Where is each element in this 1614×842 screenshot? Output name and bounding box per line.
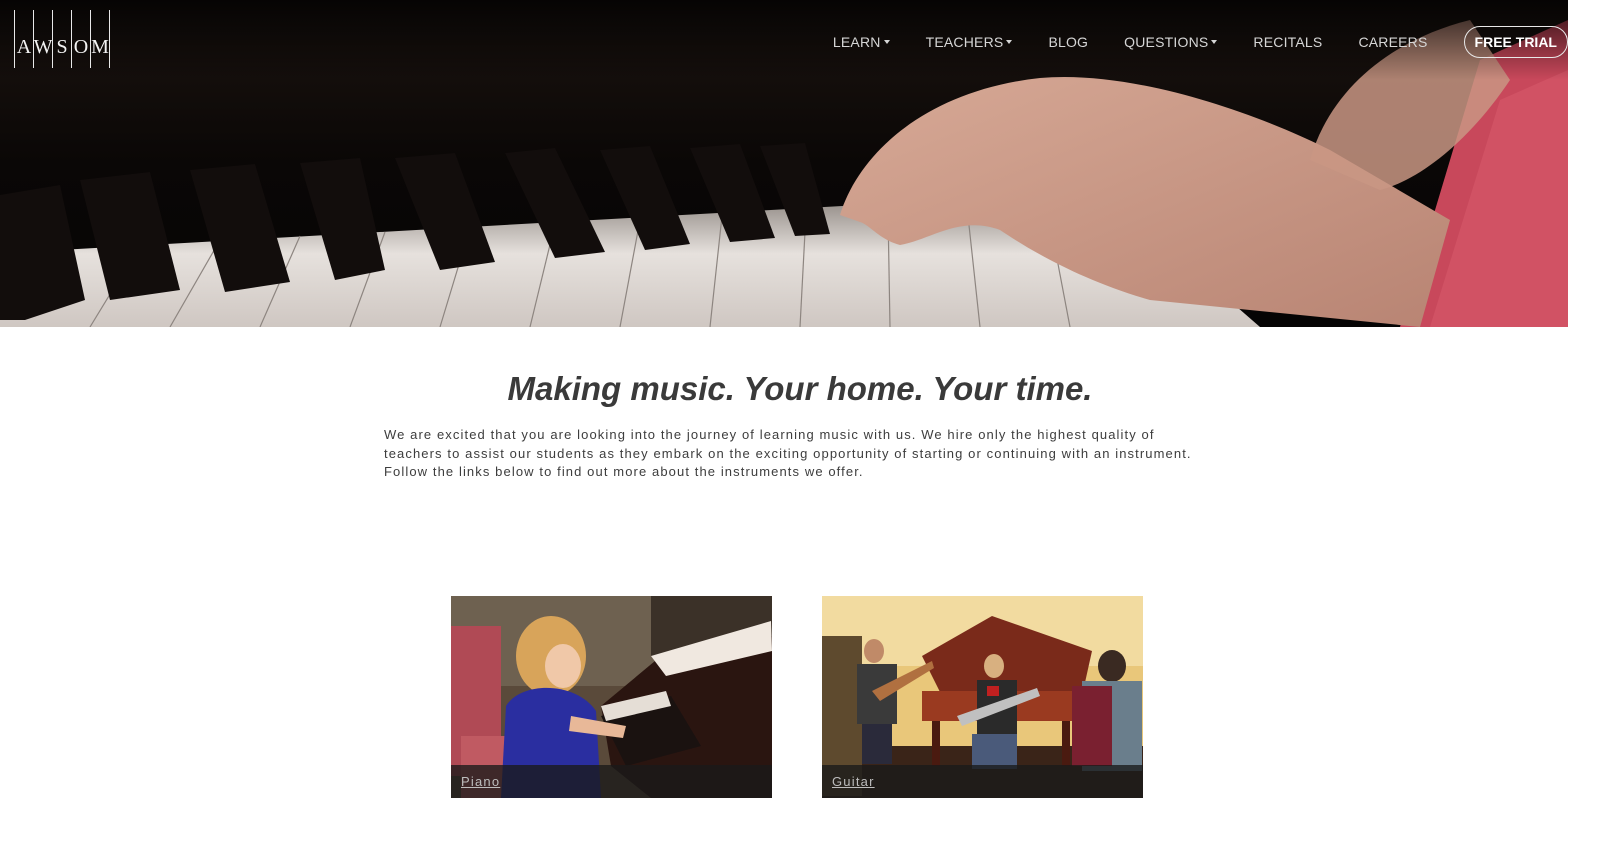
- instrument-card-guitar[interactable]: Guitar: [822, 596, 1143, 798]
- free-trial-button[interactable]: FREE TRIAL: [1463, 26, 1568, 58]
- nav-learn-label: LEARN: [832, 34, 881, 50]
- caret-down-icon: [1006, 40, 1013, 44]
- guitar-link[interactable]: Guitar: [832, 774, 875, 789]
- nav-recitals-label: RECITALS: [1253, 34, 1323, 50]
- logo-letter: O: [72, 10, 91, 68]
- nav-learn[interactable]: LEARN: [833, 34, 890, 50]
- awsom-logo[interactable]: A W S O M: [14, 10, 110, 68]
- nav-questions-label: QUESTIONS: [1124, 34, 1209, 50]
- nav-careers[interactable]: CAREERS: [1358, 34, 1427, 50]
- intro-paragraph: We are excited that you are looking into…: [384, 427, 1192, 479]
- nav-blog-label: BLOG: [1048, 34, 1089, 50]
- instrument-card-piano[interactable]: Piano: [451, 596, 772, 798]
- caret-down-icon: [1211, 40, 1218, 44]
- logo-letter: W: [34, 10, 53, 68]
- piano-card-caption: Piano: [451, 765, 772, 798]
- nav-careers-label: CAREERS: [1358, 34, 1428, 50]
- nav-recitals[interactable]: RECITALS: [1253, 34, 1322, 50]
- guitar-card-caption: Guitar: [822, 765, 1143, 798]
- nav-teachers-label: TEACHERS: [925, 34, 1004, 50]
- caret-down-icon: [883, 40, 890, 44]
- nav-blog[interactable]: BLOG: [1048, 34, 1088, 50]
- piano-link[interactable]: Piano: [461, 774, 500, 789]
- logo-letter: M: [91, 10, 110, 68]
- nav-teachers[interactable]: TEACHERS: [926, 34, 1013, 50]
- main-nav: LEARN TEACHERS BLOG QUESTIONS RECITALS C…: [797, 26, 1568, 58]
- nav-questions[interactable]: QUESTIONS: [1124, 34, 1218, 50]
- logo-letter: A: [15, 10, 34, 68]
- logo-letter: S: [53, 10, 72, 68]
- page-headline: Making music. Your home. Your time.: [507, 370, 1093, 407]
